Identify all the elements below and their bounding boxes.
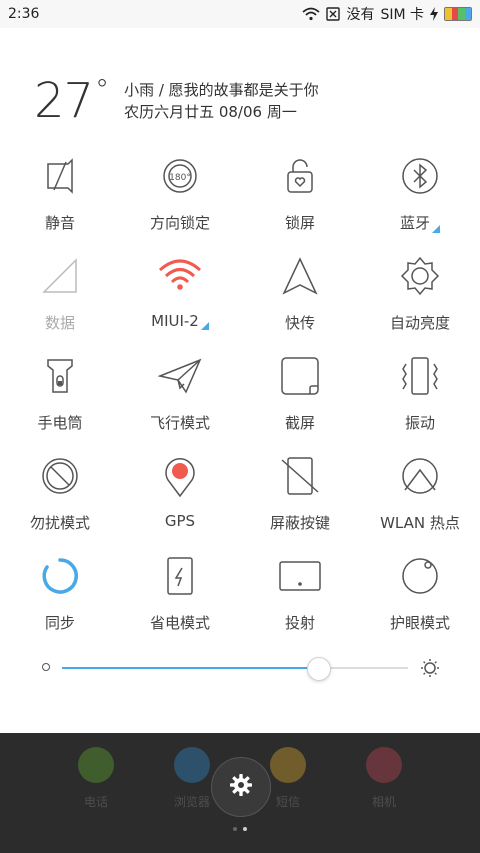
dock-label: 相机 <box>371 795 396 809</box>
toggle-label: 屏蔽按键 <box>269 514 330 532</box>
toggle-mute[interactable]: 静音 <box>0 148 120 248</box>
toggle-lock-screen[interactable]: 锁屏 <box>240 148 360 248</box>
home-screen-dimmed: 电话 浏览器 短信 相机 <box>0 733 480 853</box>
phone-icon <box>78 747 114 783</box>
brightness-track[interactable] <box>62 667 408 669</box>
toggle-auto-brightness[interactable]: 自动亮度 <box>360 248 480 348</box>
screenshot-icon <box>278 354 322 398</box>
control-center-panel: 27° 小雨 / 愿我的故事都是关于你 农历六月廿五 08/06 周一 静音 18… <box>0 28 480 733</box>
sim-text: SIM 卡 <box>380 7 424 23</box>
do-not-disturb-icon <box>38 454 82 498</box>
charging-icon <box>430 7 438 21</box>
toggle-label: GPS <box>164 512 196 530</box>
camera-icon <box>366 747 402 783</box>
sync-icon <box>38 554 82 598</box>
gps-icon <box>158 454 202 498</box>
auto-brightness-icon <box>398 254 442 298</box>
toggle-label: 数据 <box>44 314 75 332</box>
flashlight-icon <box>38 354 82 398</box>
toggle-label: 振动 <box>404 414 435 432</box>
toggle-label: MIUI-2 <box>151 312 199 330</box>
svg-text:180°: 180° <box>169 173 191 183</box>
page-dot <box>243 827 247 831</box>
hotspot-icon <box>398 454 442 498</box>
toggle-label: WLAN 热点 <box>380 514 460 532</box>
lock-screen-icon <box>278 154 322 198</box>
gear-icon <box>229 773 253 801</box>
toggle-do-not-disturb[interactable]: 勿扰模式 <box>0 448 120 548</box>
toggle-label: 飞行模式 <box>149 414 210 432</box>
cast-icon <box>278 554 322 598</box>
quick-toggles-grid: 静音 180° 方向锁定 锁屏 蓝牙数据 MIUI-2 快传 自动亮度手电筒 飞行模式 截屏 振动勿… <box>0 148 480 648</box>
toggle-label: 方向锁定 <box>149 214 210 232</box>
no-sim-icon <box>326 7 341 21</box>
mute-icon <box>38 154 82 198</box>
rotation-lock-icon: 180° <box>158 154 202 198</box>
toggle-label: 蓝牙 <box>399 214 430 232</box>
block-keys-icon <box>278 454 322 498</box>
toggle-cast[interactable]: 投射 <box>240 548 360 648</box>
browser-icon <box>174 747 210 783</box>
toggle-gps[interactable]: GPS <box>120 448 240 548</box>
toggle-block-keys[interactable]: 屏蔽按键 <box>240 448 360 548</box>
page-indicator <box>0 827 480 831</box>
brightness-high-icon <box>420 658 440 682</box>
toggle-label: 省电模式 <box>149 614 210 632</box>
toggle-label: 手电筒 <box>37 414 83 432</box>
airplane-icon <box>158 354 202 398</box>
toggle-quick-transfer[interactable]: 快传 <box>240 248 360 348</box>
no-signal-text: 没有 <box>346 7 375 23</box>
status-bar: 2:36 没有 SIM 卡 <box>0 0 480 28</box>
more-options-indicator-icon <box>432 225 440 233</box>
page-dot <box>233 827 237 831</box>
toggle-battery-saver[interactable]: 省电模式 <box>120 548 240 648</box>
eye-protection-icon <box>398 554 442 598</box>
toggle-label: 投射 <box>284 614 315 632</box>
status-time: 2:36 <box>8 6 40 22</box>
toggle-eye-protection[interactable]: 护眼模式 <box>360 548 480 648</box>
messages-icon <box>270 747 306 783</box>
temperature: 27° <box>34 73 109 129</box>
weather-line-2: 农历六月廿五 08/06 周一 <box>124 103 297 121</box>
toggle-screenshot[interactable]: 截屏 <box>240 348 360 448</box>
dock-label: 电话 <box>83 795 108 809</box>
vibrate-icon <box>398 354 442 398</box>
toggle-label: 自动亮度 <box>389 314 450 332</box>
toggle-label: 静音 <box>44 214 75 232</box>
weather-line-1: 小雨 / 愿我的故事都是关于你 <box>124 81 319 99</box>
toggle-rotation-lock[interactable]: 180° 方向锁定 <box>120 148 240 248</box>
battery-saver-icon <box>158 554 202 598</box>
toggle-flashlight[interactable]: 手电筒 <box>0 348 120 448</box>
toggle-mobile-data[interactable]: 数据 <box>0 248 120 348</box>
settings-button[interactable] <box>211 757 271 817</box>
bluetooth-icon <box>398 154 442 198</box>
more-options-indicator-icon <box>200 322 209 330</box>
dock-item-camera[interactable]: 相机 <box>354 747 414 810</box>
brightness-fill <box>62 667 319 669</box>
toggle-bluetooth[interactable]: 蓝牙 <box>360 148 480 248</box>
toggle-airplane[interactable]: 飞行模式 <box>120 348 240 448</box>
quick-transfer-icon <box>278 254 322 298</box>
toggle-sync[interactable]: 同步 <box>0 548 120 648</box>
wifi-icon <box>158 254 202 298</box>
toggle-label: 截屏 <box>284 414 315 432</box>
toggle-label: 勿扰模式 <box>29 514 90 532</box>
toggle-label: 锁屏 <box>284 214 315 232</box>
battery-icon <box>444 7 472 21</box>
toggle-label: 同步 <box>44 614 75 632</box>
toggle-hotspot[interactable]: WLAN 热点 <box>360 448 480 548</box>
toggle-label: 快传 <box>284 314 315 332</box>
mobile-data-icon <box>38 254 82 298</box>
brightness-low-icon <box>42 663 50 671</box>
wifi-status-icon <box>302 7 321 21</box>
dock-label: 浏览器 <box>173 795 210 809</box>
weather-widget[interactable]: 27° 小雨 / 愿我的故事都是关于你 农历六月廿五 08/06 周一 <box>34 73 319 129</box>
toggle-vibrate[interactable]: 振动 <box>360 348 480 448</box>
dock-item-phone[interactable]: 电话 <box>66 747 126 810</box>
brightness-slider[interactable] <box>0 648 480 688</box>
toggle-wifi[interactable]: MIUI-2 <box>120 248 240 348</box>
brightness-thumb[interactable] <box>307 657 332 681</box>
toggle-label: 护眼模式 <box>389 614 450 632</box>
dock-label: 短信 <box>275 795 300 809</box>
